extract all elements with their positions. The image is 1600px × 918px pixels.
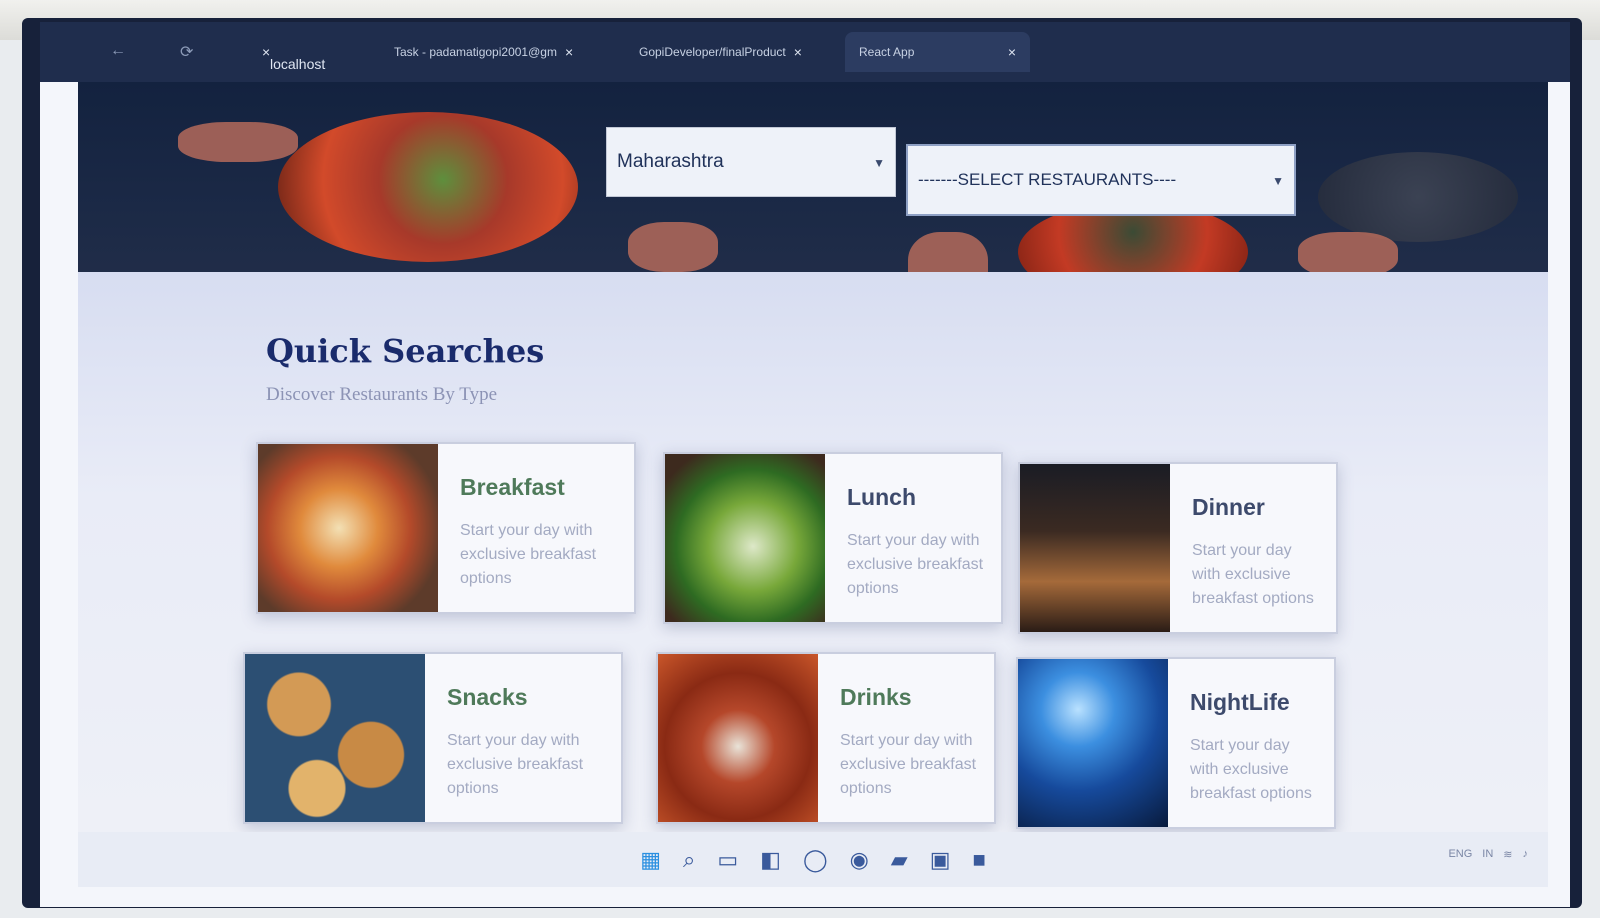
close-icon[interactable]: × bbox=[565, 44, 573, 60]
breakfast-image bbox=[258, 444, 438, 612]
card-description: Start your day with exclusive breakfast … bbox=[1190, 737, 1312, 802]
address-bar[interactable]: localhost bbox=[270, 56, 325, 72]
food-plate-image bbox=[278, 112, 578, 262]
reload-icon[interactable]: ⟳ bbox=[180, 42, 193, 62]
card-title: NightLife bbox=[1190, 689, 1290, 715]
quick-search-card-dinner[interactable]: Dinner Start your day with exclusive bre… bbox=[1018, 462, 1338, 634]
restaurant-select-value: -------SELECT RESTAURANTS---- bbox=[918, 170, 1177, 189]
chrome-icon[interactable]: ◉ bbox=[850, 847, 869, 873]
quick-search-card-nightlife[interactable]: NightLife Start your day with exclusive … bbox=[1016, 657, 1336, 829]
drinks-image bbox=[658, 654, 818, 822]
os-taskbar: ▦ ⌕ ▭ ◧ ◯ ◉ ▰ ▣ ■ ENG IN ≋ ♪ bbox=[78, 832, 1548, 887]
card-description: Start your day with exclusive breakfast … bbox=[1192, 542, 1314, 607]
screen: ← ⟳ × Task - padamatigopi2001@gm × GopiD… bbox=[40, 22, 1570, 907]
state-select-value: Maharashtra bbox=[617, 151, 724, 172]
chevron-down-icon: ▼ bbox=[873, 156, 885, 170]
card-title: Dinner bbox=[1192, 494, 1265, 520]
card-description: Start your day with exclusive breakfast … bbox=[447, 732, 584, 797]
search-icon[interactable]: ⌕ bbox=[683, 847, 695, 873]
dinner-image bbox=[1020, 464, 1170, 632]
hand-image bbox=[1298, 232, 1398, 277]
quick-search-card-snacks[interactable]: Snacks Start your day with exclusive bre… bbox=[243, 652, 623, 824]
card-description: Start your day with exclusive breakfast … bbox=[460, 522, 597, 587]
state-select[interactable]: Maharashtra ▼ bbox=[606, 127, 896, 197]
close-icon[interactable]: × bbox=[794, 44, 802, 60]
chevron-down-icon: ▼ bbox=[1272, 174, 1284, 188]
card-title: Lunch bbox=[847, 484, 916, 510]
quick-search-card-drinks[interactable]: Drinks Start your day with exclusive bre… bbox=[656, 652, 996, 824]
task-view-icon[interactable]: ▭ bbox=[717, 847, 738, 873]
close-icon[interactable]: × bbox=[262, 44, 270, 60]
lunch-image bbox=[665, 454, 825, 622]
tab-label: React App bbox=[859, 45, 915, 59]
snacks-image bbox=[245, 654, 425, 822]
tab-2[interactable]: Task - padamatigopi2001@gm × bbox=[380, 32, 587, 72]
wifi-icon[interactable]: ≋ bbox=[1503, 848, 1512, 861]
windows-start-icon[interactable]: ▦ bbox=[640, 847, 661, 873]
region-indicator: IN bbox=[1482, 848, 1494, 860]
restaurant-select[interactable]: -------SELECT RESTAURANTS---- ▼ bbox=[906, 144, 1296, 216]
language-indicator[interactable]: ENG bbox=[1448, 848, 1472, 861]
tab-label: GopiDeveloper/finalProduct bbox=[639, 45, 786, 59]
tab-label: Task - padamatigopi2001@gm bbox=[394, 45, 557, 59]
tab-3[interactable]: GopiDeveloper/finalProduct × bbox=[625, 32, 816, 72]
card-title: Drinks bbox=[840, 684, 912, 710]
section-subtitle: Discover Restaurants By Type bbox=[266, 384, 498, 405]
quick-search-card-breakfast[interactable]: Breakfast Start your day with exclusive … bbox=[256, 442, 636, 614]
card-title: Breakfast bbox=[460, 474, 565, 500]
close-icon[interactable]: × bbox=[1008, 44, 1016, 60]
quick-search-card-lunch[interactable]: Lunch Start your day with exclusive brea… bbox=[663, 452, 1003, 624]
card-description: Start your day with exclusive breakfast … bbox=[847, 532, 984, 597]
hand-image bbox=[178, 122, 298, 162]
chat-icon[interactable]: ◯ bbox=[803, 847, 828, 873]
store-icon[interactable]: ▣ bbox=[930, 847, 951, 873]
system-tray: ENG IN ≋ ♪ bbox=[1448, 848, 1528, 861]
browser-tab-bar: ← ⟳ × Task - padamatigopi2001@gm × GopiD… bbox=[40, 22, 1570, 82]
app-icon[interactable]: ■ bbox=[972, 847, 985, 873]
widgets-icon[interactable]: ◧ bbox=[760, 847, 781, 873]
food-plate-image bbox=[1318, 152, 1518, 242]
section-title: Quick Searches bbox=[266, 332, 545, 370]
card-description: Start your day with exclusive breakfast … bbox=[840, 732, 977, 797]
tab-4-active[interactable]: React App × bbox=[845, 32, 1030, 72]
back-icon[interactable]: ← bbox=[110, 42, 126, 60]
hand-image bbox=[628, 222, 718, 272]
card-title: Snacks bbox=[447, 684, 528, 710]
file-explorer-icon[interactable]: ▰ bbox=[891, 847, 908, 873]
nightlife-image bbox=[1018, 659, 1168, 827]
quick-searches-section: Quick Searches Discover Restaurants By T… bbox=[78, 272, 1548, 832]
volume-icon[interactable]: ♪ bbox=[1523, 848, 1529, 861]
